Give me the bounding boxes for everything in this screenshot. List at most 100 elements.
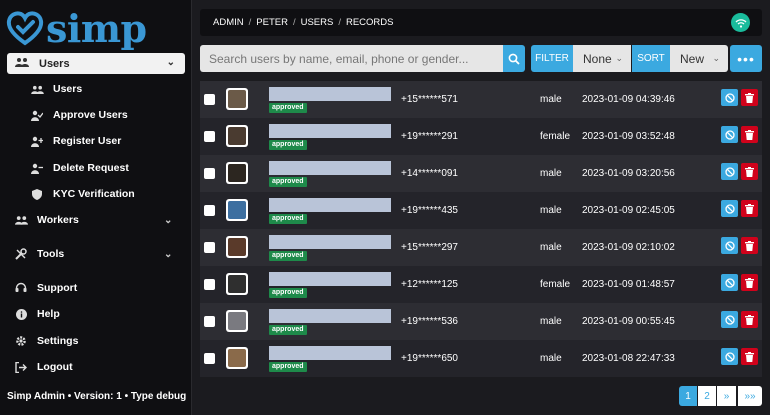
gender-cell: male: [540, 353, 562, 364]
sidebar-subitem-register-user[interactable]: Register User: [30, 135, 121, 147]
block-user-button[interactable]: [721, 200, 738, 217]
status-badge: approved: [269, 140, 307, 150]
breadcrumb-item[interactable]: ADMIN: [213, 17, 244, 28]
block-user-button[interactable]: [721, 237, 738, 254]
user-name-redacted[interactable]: [269, 235, 391, 249]
block-user-button[interactable]: [721, 163, 738, 180]
block-user-button[interactable]: [721, 126, 738, 143]
headset-icon: [14, 282, 28, 294]
sidebar-subitem-users[interactable]: Users: [30, 83, 82, 95]
avatar[interactable]: [226, 236, 248, 258]
logo-text: simp: [46, 6, 147, 51]
avatar[interactable]: [226, 310, 248, 332]
sidebar-item-label: Approve Users: [53, 109, 128, 121]
block-icon: [724, 129, 735, 140]
block-icon: [724, 203, 735, 214]
status-badge: approved: [269, 177, 307, 187]
sidebar-subitem-approve-users[interactable]: Approve Users: [30, 109, 128, 121]
breadcrumb-item: RECORDS: [345, 17, 394, 28]
row-checkbox[interactable]: [204, 353, 215, 364]
table-row[interactable]: approved +15******571 male 2023-01-09 04:39…: [200, 81, 762, 118]
row-checkbox[interactable]: [204, 168, 215, 179]
table-row[interactable]: approved +15******297 male 2023-01-09 02:10…: [200, 229, 762, 266]
pagination-item[interactable]: 2: [698, 386, 716, 406]
user-name-redacted[interactable]: [269, 161, 391, 175]
table-row[interactable]: approved +19******435 male 2023-01-09 02:45…: [200, 192, 762, 229]
delete-user-button[interactable]: [741, 237, 758, 254]
user-name-redacted[interactable]: [269, 124, 391, 138]
sidebar-item-label: Support: [37, 282, 78, 294]
wifi-icon[interactable]: [731, 13, 750, 32]
block-icon: [724, 314, 735, 325]
avatar[interactable]: [226, 88, 248, 110]
pagination-item[interactable]: 1: [679, 386, 697, 406]
filter-select[interactable]: None ⌄: [573, 45, 631, 72]
avatar[interactable]: [226, 125, 248, 147]
delete-user-button[interactable]: [741, 163, 758, 180]
trash-icon: [745, 277, 754, 288]
row-checkbox[interactable]: [204, 316, 215, 327]
user-name-redacted[interactable]: [269, 346, 391, 360]
delete-user-button[interactable]: [741, 89, 758, 106]
sidebar-item-workers[interactable]: Workers ⌄: [14, 214, 172, 226]
sidebar-item-label: Users: [53, 83, 83, 95]
sidebar-subitem-kyc-verification[interactable]: KYC Verification: [30, 188, 135, 200]
block-user-button[interactable]: [721, 89, 738, 106]
sidebar-subitem-delete-request[interactable]: Delete Request: [30, 162, 129, 174]
table-row[interactable]: approved +12******125 female 2023-01-09 01:…: [200, 266, 762, 303]
users-icon: [15, 57, 29, 70]
delete-user-button[interactable]: [741, 200, 758, 217]
row-checkbox[interactable]: [204, 279, 215, 290]
filter-label[interactable]: FILTER: [531, 45, 573, 72]
phone-cell: +12******125: [401, 279, 458, 290]
sort-label[interactable]: SORT: [632, 45, 670, 72]
user-name-redacted[interactable]: [269, 309, 391, 323]
user-name-redacted[interactable]: [269, 87, 391, 101]
date-cell: 2023-01-09 03:52:48: [582, 131, 675, 142]
status-badge: approved: [269, 362, 307, 372]
pagination-item[interactable]: »»: [738, 386, 762, 406]
delete-user-button[interactable]: [741, 311, 758, 328]
sidebar-item-help[interactable]: Help: [14, 308, 60, 320]
sort-select[interactable]: New ⌄: [670, 45, 728, 72]
search-button[interactable]: [503, 45, 525, 72]
table-row[interactable]: approved +14******091 male 2023-01-09 03:20…: [200, 155, 762, 192]
sidebar-item-tools[interactable]: Tools ⌄: [14, 248, 172, 260]
sort-value: New: [680, 51, 705, 66]
row-checkbox[interactable]: [204, 205, 215, 216]
block-user-button[interactable]: [721, 311, 738, 328]
user-check-icon: [30, 109, 44, 121]
avatar[interactable]: [226, 347, 248, 369]
logo[interactable]: simp: [6, 6, 147, 52]
phone-cell: +15******571: [401, 94, 458, 105]
avatar[interactable]: [226, 273, 248, 295]
breadcrumb-separator: /: [248, 17, 252, 28]
row-checkbox[interactable]: [204, 242, 215, 253]
table-row[interactable]: approved +19******291 female 2023-01-09 03:…: [200, 118, 762, 155]
gender-cell: male: [540, 205, 562, 216]
phone-cell: +19******291: [401, 131, 458, 142]
pagination-item[interactable]: »: [717, 386, 736, 406]
more-options-button[interactable]: •••: [730, 45, 762, 72]
row-checkbox[interactable]: [204, 94, 215, 105]
block-user-button[interactable]: [721, 274, 738, 291]
delete-user-button[interactable]: [741, 348, 758, 365]
breadcrumb-item[interactable]: USERS: [301, 17, 334, 28]
user-name-redacted[interactable]: [269, 272, 391, 286]
search-input[interactable]: [200, 45, 503, 72]
breadcrumb-item[interactable]: PETER: [256, 17, 288, 28]
avatar[interactable]: [226, 162, 248, 184]
user-name-redacted[interactable]: [269, 198, 391, 212]
sidebar-item-logout[interactable]: Logout: [14, 361, 73, 373]
sidebar-item-settings[interactable]: Settings: [14, 335, 78, 347]
table-row[interactable]: approved +19******650 male 2023-01-08 22:47…: [200, 340, 762, 377]
row-checkbox[interactable]: [204, 131, 215, 142]
avatar[interactable]: [226, 199, 248, 221]
sidebar-item-users-group[interactable]: Users ⌄: [7, 53, 185, 74]
sidebar: simp Users ⌄ Users Approve Users Registe…: [0, 0, 192, 415]
sidebar-item-support[interactable]: Support: [14, 282, 77, 294]
table-row[interactable]: approved +19******536 male 2023-01-09 00:55…: [200, 303, 762, 340]
delete-user-button[interactable]: [741, 126, 758, 143]
block-user-button[interactable]: [721, 348, 738, 365]
delete-user-button[interactable]: [741, 274, 758, 291]
